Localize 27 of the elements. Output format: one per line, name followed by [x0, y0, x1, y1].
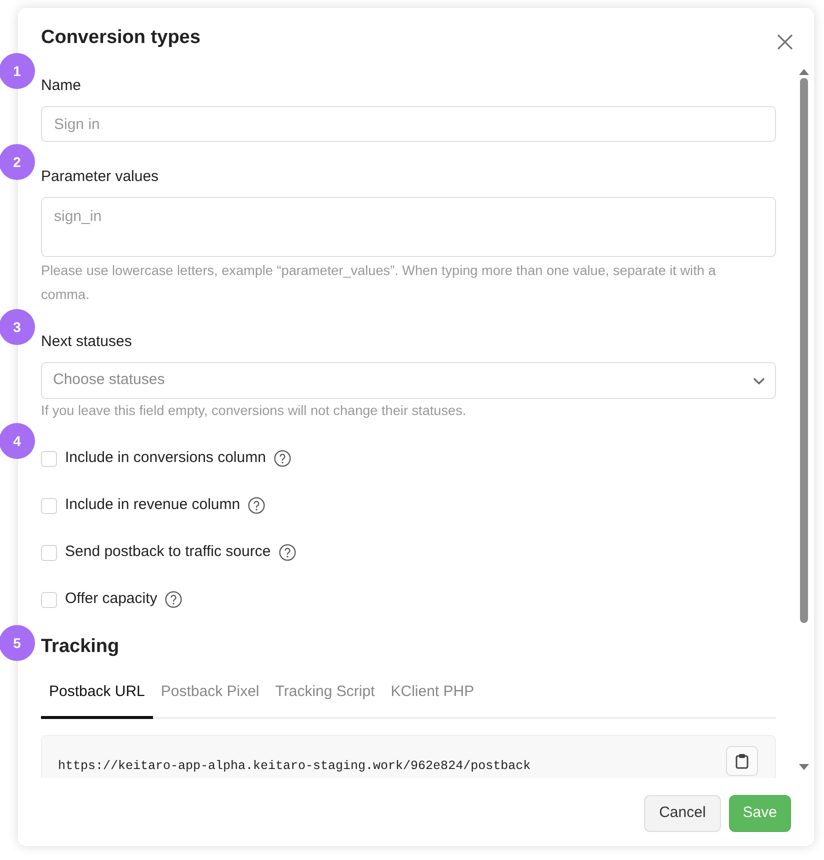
- field-label: Parameter values: [41, 167, 160, 187]
- tab[interactable]: KClient PHP: [382, 681, 482, 718]
- section-heading: Tracking: [41, 635, 120, 659]
- statuses-select[interactable]: Choose statuses: [41, 362, 776, 399]
- checkbox-label: Offer capacity: [65, 589, 158, 610]
- checkbox-label: Send postback to traffic source: [65, 542, 271, 562]
- help-text: Please use lowercase letters, example “parameter_values”. When typing more than one value, separate it with a comma.: [41, 262, 717, 304]
- parameter-values-field[interactable]: sign_in: [41, 197, 776, 257]
- step-number: 3: [0, 309, 35, 345]
- cancel-button[interactable]: Cancel: [644, 795, 721, 832]
- checkbox-label: Include in revenue column: [65, 495, 240, 516]
- select-placeholder: Choose statuses: [53, 370, 165, 390]
- step-number: 1: [0, 53, 35, 89]
- checkbox-label: Include in conversions column: [65, 448, 266, 468]
- tab[interactable]: Tracking Script: [267, 681, 383, 718]
- step-number: 2: [0, 144, 35, 180]
- step-number: 5: [0, 625, 35, 661]
- postback-url: https://keitaro-app-alpha.keitaro-staging.work/962e824/postback: [58, 758, 531, 774]
- step-number: 4: [0, 423, 35, 459]
- tab[interactable]: Postback URL: [41, 681, 153, 718]
- save-button[interactable]: Save: [728, 795, 791, 832]
- tab[interactable]: Postback Pixel: [152, 681, 268, 718]
- field-label: Next statuses: [41, 332, 133, 352]
- help-text: If you leave this field empty, conversions will not change their statuses.: [41, 402, 468, 420]
- field-label: Name: [41, 76, 82, 96]
- dialog-title: Conversion types: [41, 26, 200, 50]
- name-field[interactable]: Sign in: [41, 106, 776, 142]
